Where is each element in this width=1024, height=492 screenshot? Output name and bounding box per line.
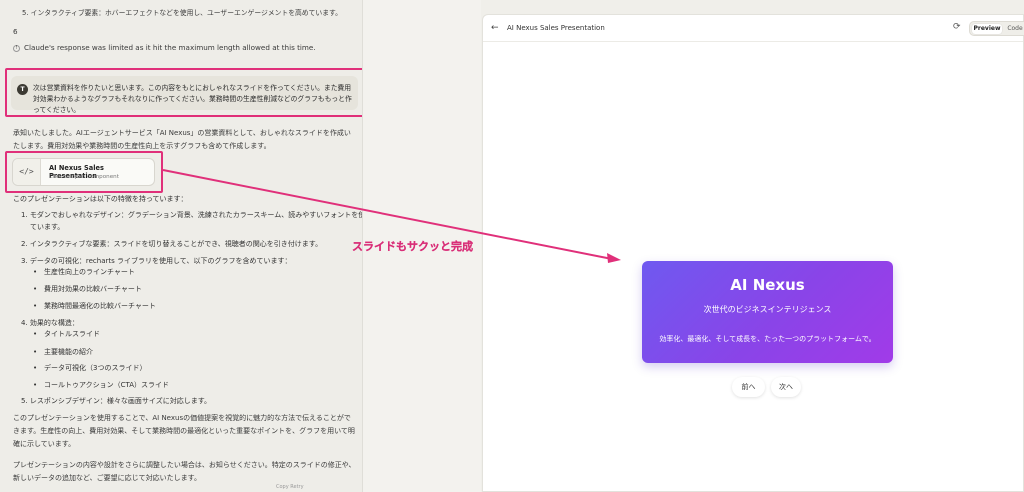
list-item: 1. モダンでおしゃれなデザイン：グラデーション背景、洗練されたカラースキーム、… — [21, 211, 362, 219]
reply-intro: 承知いたしました。AIエージェントサービス「AI Nexus」の営業資料として、… — [13, 129, 351, 150]
code-icon: </> — [13, 159, 41, 185]
page-number: 6 — [13, 27, 18, 36]
message-actions[interactable]: Copy Retry — [276, 484, 304, 490]
tab-preview[interactable]: Preview — [972, 24, 1002, 34]
artifact-highlight: </> AI Nexus Sales Presentation Click to… — [5, 151, 163, 193]
features-intro: このプレゼンテーションは以下の特徴を持っています： — [13, 195, 188, 203]
list-item: ています。 — [30, 223, 65, 231]
user-message-text: 次は営業資料を作りたいと思います。この内容をもとにおしゃれなスライドを作ってくだ… — [33, 84, 352, 114]
chat-pane[interactable]: 5. インタラクティブ要素：ホバーエフェクトなどを使用し、ユーザーエンゲージメン… — [0, 0, 362, 492]
next-button[interactable]: 次へ — [771, 377, 801, 397]
artifact-card[interactable]: </> AI Nexus Sales Presentation Click to… — [12, 158, 155, 186]
slide-title: AI Nexus — [730, 276, 805, 294]
info-icon: ! — [13, 44, 20, 52]
list-item: 費用対効果の比較バーチャート — [33, 283, 142, 295]
list-item: 業務時間最適化の比較バーチャート — [33, 300, 156, 312]
arrow-left-icon[interactable]: ← — [491, 23, 499, 33]
avatar: T — [17, 84, 28, 95]
user-message: T 次は営業資料を作りたいと思います。この内容をもとにおしゃれなスライドを作って… — [11, 76, 358, 114]
slide-body: 効率化、最適化、そして成長を、たった一つのプラットフォームで。 — [659, 335, 876, 343]
prev-list-item: 5. インタラクティブ要素：ホバーエフェクトなどを使用し、ユーザーエンゲージメン… — [22, 9, 342, 17]
slide-subtitle: 次世代のビジネスインテリジェンス — [703, 305, 832, 314]
list-item: コールトゥアクション（CTA）スライド — [33, 379, 169, 391]
prev-button[interactable]: 前へ — [732, 377, 765, 397]
limit-notice-text: Claude's response was limited as it hit … — [24, 43, 316, 52]
panel-header: ← AI Nexus Sales Presentation ⟳ Preview … — [483, 15, 1024, 42]
refresh-icon[interactable]: ⟳ — [953, 22, 961, 32]
title-slide: AI Nexus 次世代のビジネスインテリジェンス 効率化、最適化、そして成長を… — [642, 261, 893, 363]
list-item: 主要機能の紹介 — [33, 346, 93, 358]
closing-paragraph-2: プレゼンテーションの内容や設計をさらに調整したい場合は、お知らせください。特定の… — [13, 461, 356, 482]
tab-code[interactable]: Code — [1004, 24, 1024, 34]
closing-paragraph: このプレゼンテーションを使用することで、AI Nexusの価値提案を視覚的に魅力… — [13, 414, 355, 448]
list-item: 生産性向上のラインチャート — [33, 266, 135, 278]
user-message-highlight: T 次は営業資料を作りたいと思います。この内容をもとにおしゃれなスライドを作って… — [5, 68, 362, 117]
panel-title: AI Nexus Sales Presentation — [507, 24, 605, 32]
annotation-label: スライドもサクッと完成 — [352, 240, 473, 253]
view-toggle: Preview Code — [969, 21, 1024, 36]
limit-notice: ! Claude's response was limited as it hit… — [13, 42, 316, 54]
artifact-subtitle: Click to open component — [49, 174, 119, 180]
app-root: 5. インタラクティブ要素：ホバーエフェクトなどを使用し、ユーザーエンゲージメン… — [0, 0, 1024, 492]
list-item: タイトルスライド — [33, 328, 100, 340]
list-item: 5. レスポンシブデザイン：様々な画面サイズに対応します。 — [21, 397, 211, 405]
list-item: データ可視化（3つのスライド） — [33, 362, 147, 374]
artifact-panel: ← AI Nexus Sales Presentation ⟳ Preview … — [482, 14, 1024, 492]
list-item: 2. インタラクティブな要素：スライドを切り替えることができ、視聴者の関心を引き… — [21, 240, 323, 248]
